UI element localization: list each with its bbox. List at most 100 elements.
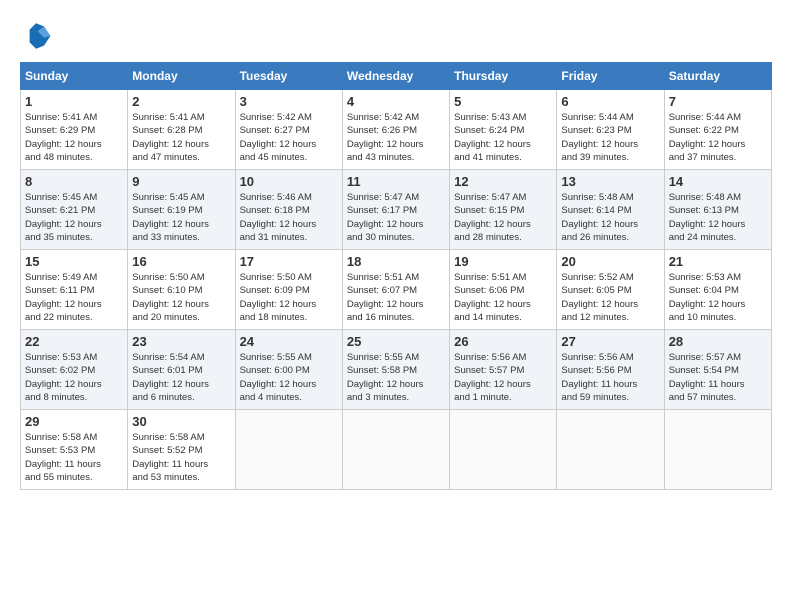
calendar-cell: 2 Sunrise: 5:41 AM Sunset: 6:28 PM Daylig…: [128, 90, 235, 170]
day-detail: Sunrise: 5:44 AM Sunset: 6:23 PM Dayligh…: [561, 112, 638, 163]
day-number: 3: [240, 94, 338, 109]
day-detail: Sunrise: 5:41 AM Sunset: 6:28 PM Dayligh…: [132, 112, 209, 163]
day-number: 5: [454, 94, 552, 109]
calendar-cell: 8 Sunrise: 5:45 AM Sunset: 6:21 PM Daylig…: [21, 170, 128, 250]
calendar-cell: 29 Sunrise: 5:58 AM Sunset: 5:53 PM Dayli…: [21, 410, 128, 490]
calendar-cell: 13 Sunrise: 5:48 AM Sunset: 6:14 PM Dayli…: [557, 170, 664, 250]
day-number: 2: [132, 94, 230, 109]
column-header-tuesday: Tuesday: [235, 63, 342, 90]
day-detail: Sunrise: 5:47 AM Sunset: 6:15 PM Dayligh…: [454, 192, 531, 243]
page-header: [20, 20, 772, 52]
calendar-cell: 16Sunrise: 5:50 AM Sunset: 6:10 PM Dayli…: [128, 250, 235, 330]
day-detail: Sunrise: 5:41 AM Sunset: 6:29 PM Dayligh…: [25, 112, 102, 163]
calendar-cell: 4 Sunrise: 5:42 AM Sunset: 6:26 PM Daylig…: [342, 90, 449, 170]
calendar-cell: 15Sunrise: 5:49 AM Sunset: 6:11 PM Dayli…: [21, 250, 128, 330]
calendar-cell: 5Sunrise: 5:43 AM Sunset: 6:24 PM Daylig…: [450, 90, 557, 170]
day-number: 25: [347, 334, 445, 349]
calendar-week-2: 8 Sunrise: 5:45 AM Sunset: 6:21 PM Daylig…: [21, 170, 772, 250]
day-number: 12: [454, 174, 552, 189]
calendar-cell: 19 Sunrise: 5:51 AM Sunset: 6:06 PM Dayli…: [450, 250, 557, 330]
day-number: 18: [347, 254, 445, 269]
day-number: 28: [669, 334, 767, 349]
calendar-cell: 21 Sunrise: 5:53 AM Sunset: 6:04 PM Dayli…: [664, 250, 771, 330]
day-detail: Sunrise: 5:56 AM Sunset: 5:57 PM Dayligh…: [454, 352, 531, 403]
day-detail: Sunrise: 5:48 AM Sunset: 6:14 PM Dayligh…: [561, 192, 638, 243]
column-header-sunday: Sunday: [21, 63, 128, 90]
day-detail: Sunrise: 5:51 AM Sunset: 6:06 PM Dayligh…: [454, 272, 531, 323]
day-detail: Sunrise: 5:57 AM Sunset: 5:54 PM Dayligh…: [669, 352, 745, 403]
calendar-cell: [342, 410, 449, 490]
calendar-table: SundayMondayTuesdayWednesdayThursdayFrid…: [20, 62, 772, 490]
day-detail: Sunrise: 5:55 AM Sunset: 5:58 PM Dayligh…: [347, 352, 424, 403]
day-detail: Sunrise: 5:53 AM Sunset: 6:02 PM Dayligh…: [25, 352, 102, 403]
day-number: 17: [240, 254, 338, 269]
day-number: 9: [132, 174, 230, 189]
day-number: 8: [25, 174, 123, 189]
calendar-week-1: 1 Sunrise: 5:41 AM Sunset: 6:29 PM Daylig…: [21, 90, 772, 170]
logo-icon: [20, 20, 52, 52]
day-number: 24: [240, 334, 338, 349]
day-number: 27: [561, 334, 659, 349]
day-detail: Sunrise: 5:58 AM Sunset: 5:53 PM Dayligh…: [25, 432, 101, 483]
calendar-cell: 22Sunrise: 5:53 AM Sunset: 6:02 PM Dayli…: [21, 330, 128, 410]
day-number: 6: [561, 94, 659, 109]
day-number: 11: [347, 174, 445, 189]
day-detail: Sunrise: 5:52 AM Sunset: 6:05 PM Dayligh…: [561, 272, 638, 323]
day-detail: Sunrise: 5:55 AM Sunset: 6:00 PM Dayligh…: [240, 352, 317, 403]
calendar-cell: 27 Sunrise: 5:56 AM Sunset: 5:56 PM Dayli…: [557, 330, 664, 410]
day-number: 30: [132, 414, 230, 429]
day-number: 29: [25, 414, 123, 429]
calendar-cell: 30 Sunrise: 5:58 AM Sunset: 5:52 PM Dayli…: [128, 410, 235, 490]
day-number: 1: [25, 94, 123, 109]
day-detail: Sunrise: 5:50 AM Sunset: 6:10 PM Dayligh…: [132, 272, 209, 323]
calendar-cell: [557, 410, 664, 490]
column-header-monday: Monday: [128, 63, 235, 90]
calendar-cell: 14Sunrise: 5:48 AM Sunset: 6:13 PM Dayli…: [664, 170, 771, 250]
calendar-week-4: 22Sunrise: 5:53 AM Sunset: 6:02 PM Dayli…: [21, 330, 772, 410]
day-number: 23: [132, 334, 230, 349]
calendar-cell: 23 Sunrise: 5:54 AM Sunset: 6:01 PM Dayli…: [128, 330, 235, 410]
calendar-cell: 25 Sunrise: 5:55 AM Sunset: 5:58 PM Dayli…: [342, 330, 449, 410]
calendar-cell: 9 Sunrise: 5:45 AM Sunset: 6:19 PM Daylig…: [128, 170, 235, 250]
calendar-cell: 10 Sunrise: 5:46 AM Sunset: 6:18 PM Dayli…: [235, 170, 342, 250]
day-detail: Sunrise: 5:44 AM Sunset: 6:22 PM Dayligh…: [669, 112, 746, 163]
day-number: 21: [669, 254, 767, 269]
calendar-cell: 6 Sunrise: 5:44 AM Sunset: 6:23 PM Daylig…: [557, 90, 664, 170]
column-header-saturday: Saturday: [664, 63, 771, 90]
day-number: 20: [561, 254, 659, 269]
column-header-wednesday: Wednesday: [342, 63, 449, 90]
day-detail: Sunrise: 5:45 AM Sunset: 6:21 PM Dayligh…: [25, 192, 102, 243]
calendar-cell: 3 Sunrise: 5:42 AM Sunset: 6:27 PM Daylig…: [235, 90, 342, 170]
calendar-cell: 28 Sunrise: 5:57 AM Sunset: 5:54 PM Dayli…: [664, 330, 771, 410]
day-number: 13: [561, 174, 659, 189]
day-detail: Sunrise: 5:54 AM Sunset: 6:01 PM Dayligh…: [132, 352, 209, 403]
calendar-header: SundayMondayTuesdayWednesdayThursdayFrid…: [21, 63, 772, 90]
calendar-week-5: 29 Sunrise: 5:58 AM Sunset: 5:53 PM Dayli…: [21, 410, 772, 490]
day-detail: Sunrise: 5:53 AM Sunset: 6:04 PM Dayligh…: [669, 272, 746, 323]
day-number: 4: [347, 94, 445, 109]
calendar-cell: 20 Sunrise: 5:52 AM Sunset: 6:05 PM Dayli…: [557, 250, 664, 330]
day-detail: Sunrise: 5:46 AM Sunset: 6:18 PM Dayligh…: [240, 192, 317, 243]
calendar-cell: 1 Sunrise: 5:41 AM Sunset: 6:29 PM Daylig…: [21, 90, 128, 170]
day-detail: Sunrise: 5:42 AM Sunset: 6:27 PM Dayligh…: [240, 112, 317, 163]
day-detail: Sunrise: 5:49 AM Sunset: 6:11 PM Dayligh…: [25, 272, 102, 323]
logo: [20, 20, 56, 52]
calendar-cell: 12 Sunrise: 5:47 AM Sunset: 6:15 PM Dayli…: [450, 170, 557, 250]
day-number: 19: [454, 254, 552, 269]
day-number: 14: [669, 174, 767, 189]
day-number: 10: [240, 174, 338, 189]
calendar-cell: 24 Sunrise: 5:55 AM Sunset: 6:00 PM Dayli…: [235, 330, 342, 410]
calendar-cell: [664, 410, 771, 490]
day-detail: Sunrise: 5:51 AM Sunset: 6:07 PM Dayligh…: [347, 272, 424, 323]
calendar-cell: 11Sunrise: 5:47 AM Sunset: 6:17 PM Dayli…: [342, 170, 449, 250]
day-detail: Sunrise: 5:56 AM Sunset: 5:56 PM Dayligh…: [561, 352, 637, 403]
calendar-cell: 17Sunrise: 5:50 AM Sunset: 6:09 PM Dayli…: [235, 250, 342, 330]
column-header-thursday: Thursday: [450, 63, 557, 90]
day-detail: Sunrise: 5:58 AM Sunset: 5:52 PM Dayligh…: [132, 432, 208, 483]
day-detail: Sunrise: 5:45 AM Sunset: 6:19 PM Dayligh…: [132, 192, 209, 243]
calendar-cell: 18 Sunrise: 5:51 AM Sunset: 6:07 PM Dayli…: [342, 250, 449, 330]
day-detail: Sunrise: 5:42 AM Sunset: 6:26 PM Dayligh…: [347, 112, 424, 163]
calendar-body: 1 Sunrise: 5:41 AM Sunset: 6:29 PM Daylig…: [21, 90, 772, 490]
calendar-cell: [235, 410, 342, 490]
calendar-cell: 7Sunrise: 5:44 AM Sunset: 6:22 PM Daylig…: [664, 90, 771, 170]
